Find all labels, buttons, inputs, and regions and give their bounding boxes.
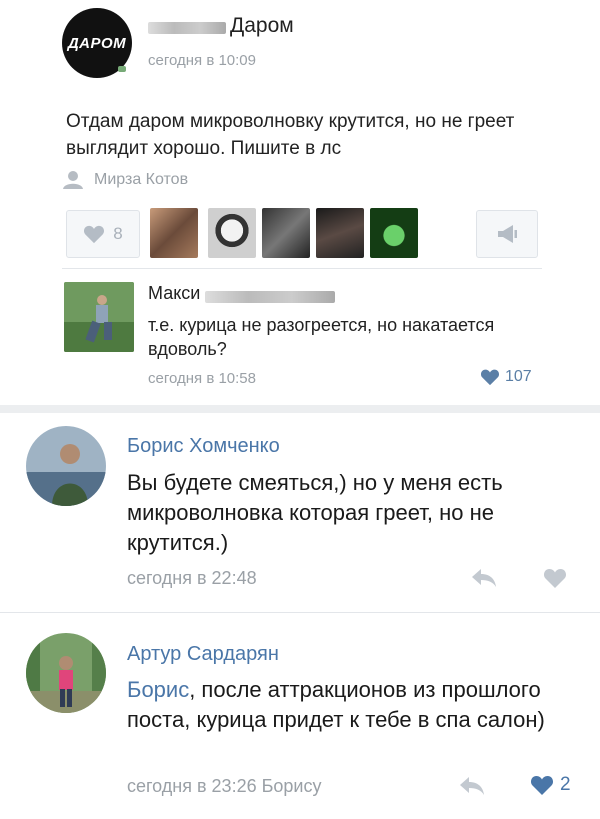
comment-author[interactable]: Борис Хомченко xyxy=(127,435,280,458)
post-author[interactable]: Мирза Котов xyxy=(62,170,188,190)
group-logo-text: ДАРОМ xyxy=(67,34,127,52)
comment-text: Вы будете смеяться,) но у меня есть микр… xyxy=(127,470,503,555)
reply-icon[interactable] xyxy=(470,567,498,589)
person-photo-icon xyxy=(26,633,106,713)
liker-avatar[interactable] xyxy=(262,208,310,258)
commenter-avatar[interactable] xyxy=(26,633,106,713)
post-like-button[interactable]: 8 xyxy=(66,210,140,258)
comment-time[interactable]: сегодня в 10:58 xyxy=(148,370,256,387)
logo-badge-icon xyxy=(118,66,126,72)
comment-time[interactable]: сегодня в 22:48 xyxy=(127,568,257,589)
divider xyxy=(0,612,600,613)
share-button[interactable] xyxy=(476,210,538,258)
comment-like-count: 2 xyxy=(560,774,571,795)
comment-text-body: , после аттракционов из прошлого поста, … xyxy=(127,677,545,732)
like-heart-icon[interactable] xyxy=(543,567,567,589)
comment-time[interactable]: сегодня в 23:26 Борису xyxy=(127,776,321,797)
heart-icon xyxy=(84,225,105,244)
comment-author[interactable]: Артур Сардарян xyxy=(127,643,279,666)
censored-name-blur xyxy=(205,291,335,303)
reply-icon[interactable] xyxy=(458,775,486,797)
group-avatar[interactable]: ДАРОМ xyxy=(62,8,132,78)
person-photo-icon xyxy=(26,426,106,506)
comment-text: Борис, после аттракционов из прошлого по… xyxy=(127,675,577,735)
group-name[interactable]: Даром xyxy=(230,14,294,38)
comment-text: т.е. курица не разогреется, но накатаетс… xyxy=(148,315,495,359)
divider xyxy=(62,268,542,269)
liker-avatar[interactable] xyxy=(208,208,256,258)
commenter-avatar[interactable] xyxy=(64,282,134,352)
megaphone-icon xyxy=(498,225,517,243)
comment-like-button[interactable]: 2 xyxy=(530,774,571,796)
post-card: ДАРОМ Даром сегодня в 10:09 Отдам даром … xyxy=(0,0,600,405)
heart-icon xyxy=(530,776,554,795)
section-separator xyxy=(0,405,600,413)
post-time[interactable]: сегодня в 10:09 xyxy=(148,52,256,69)
commenter-avatar[interactable] xyxy=(26,426,106,506)
person-photo-icon xyxy=(64,282,134,352)
comment-author[interactable]: Макси xyxy=(148,283,200,304)
post-like-count: 8 xyxy=(113,224,123,243)
heart-icon xyxy=(480,369,500,386)
comment-like-count: 107 xyxy=(505,368,532,385)
post-author-name: Мирза Котов xyxy=(94,171,189,188)
user-icon xyxy=(63,171,83,189)
censored-name-blur xyxy=(148,22,226,34)
post-text: Отдам даром микроволновку крутится, но н… xyxy=(66,111,515,159)
comment-like-button[interactable]: 107 xyxy=(480,368,532,386)
liker-avatar[interactable] xyxy=(370,208,418,258)
liker-avatar[interactable] xyxy=(150,208,198,258)
liker-avatar[interactable] xyxy=(316,208,364,258)
mention-link[interactable]: Борис xyxy=(127,677,189,702)
